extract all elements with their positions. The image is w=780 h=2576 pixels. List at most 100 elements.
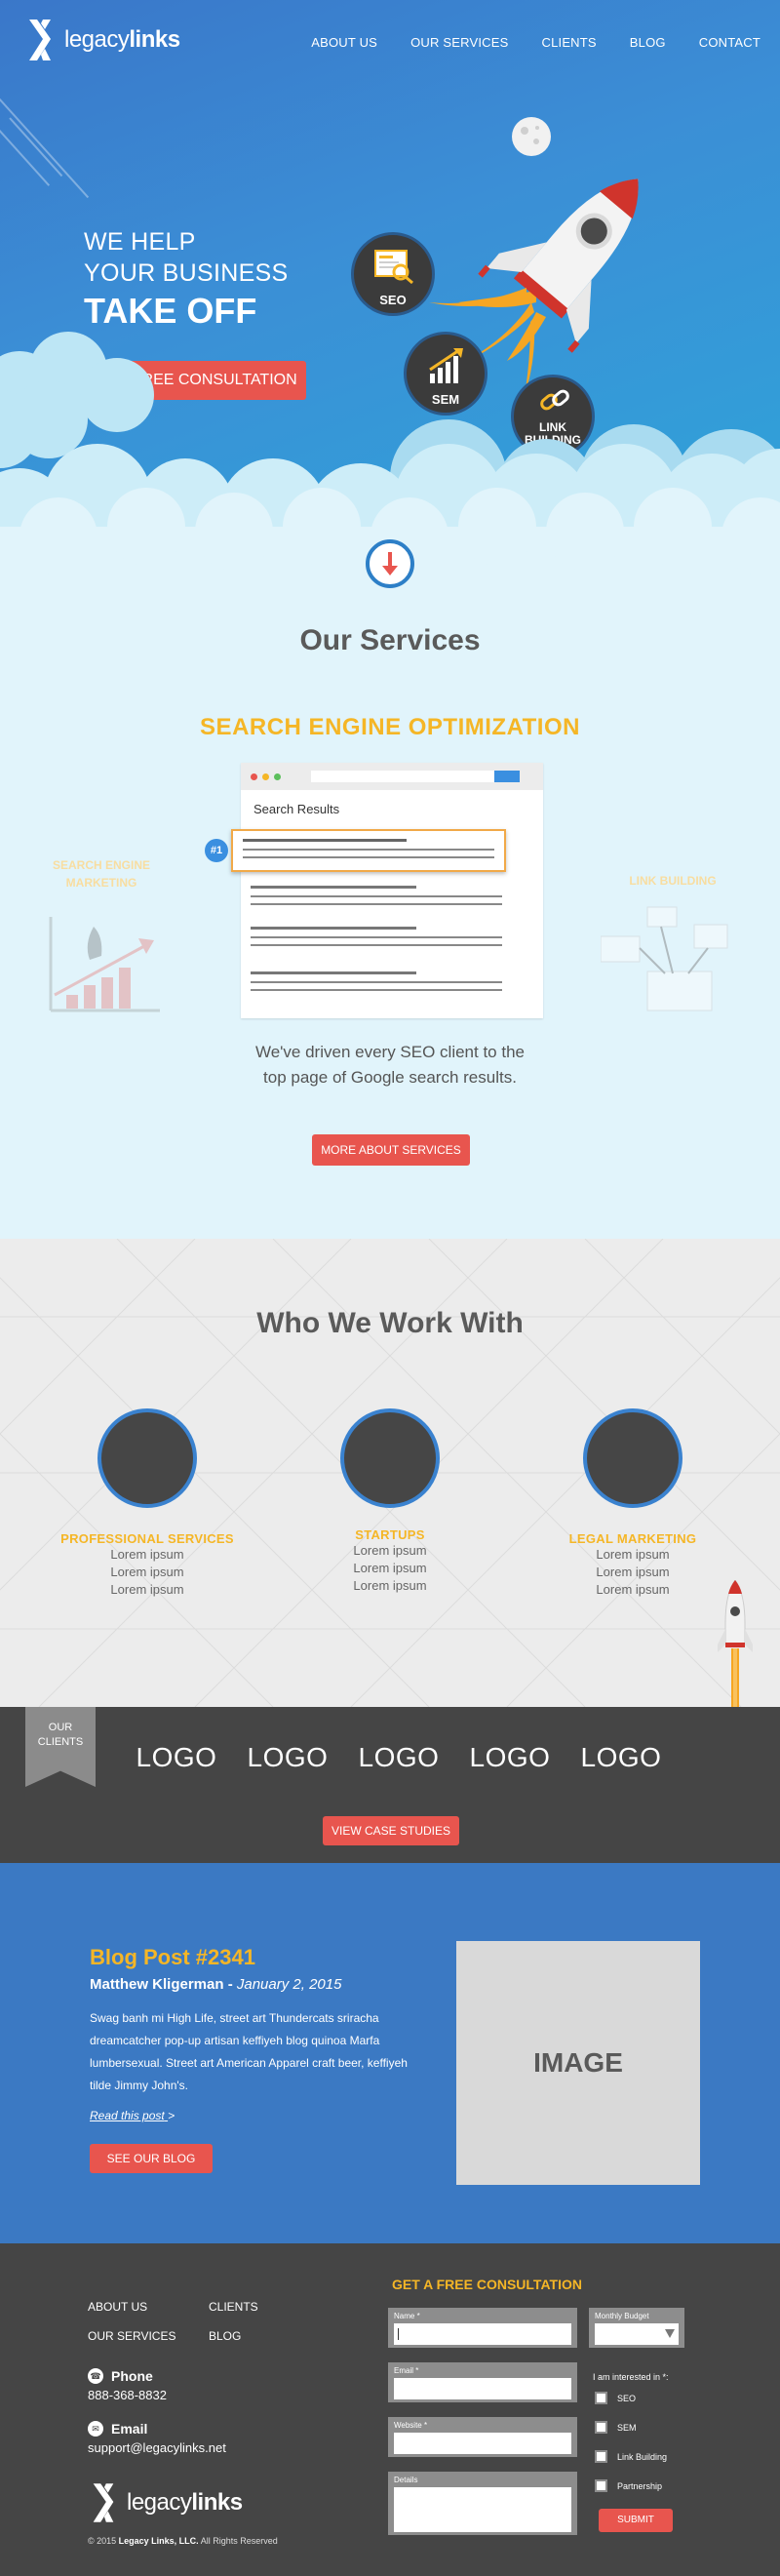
seo-description-line-1: We've driven every SEO client to the — [254, 1043, 525, 1061]
who-category[interactable]: LEGAL MARKETING — [535, 1531, 730, 1546]
seo-search-icon — [374, 250, 413, 284]
details-field: Details — [388, 2472, 577, 2535]
moon-icon — [512, 117, 551, 156]
website-field-label: Website * — [394, 2421, 428, 2430]
seo-description-line-2: top page of Google search results. — [263, 1068, 517, 1087]
nav-contact[interactable]: CONTACT — [699, 35, 760, 50]
checkbox[interactable] — [595, 2450, 607, 2463]
client-logo[interactable]: LOGO — [454, 1742, 566, 1773]
seo-featured-title[interactable]: SEARCH ENGINE OPTIMIZATION — [0, 714, 780, 741]
who-list-item: Lorem ipsum — [596, 1565, 670, 1579]
footer-phone: ☎ Phone 888-368-8832 — [88, 2368, 283, 2402]
footer-link-blog[interactable]: BLOG — [209, 2321, 267, 2351]
submit-button[interactable]: SUBMIT — [599, 2509, 673, 2532]
checkbox[interactable] — [595, 2479, 607, 2492]
clients-ribbon: OUR CLIENTS — [25, 1707, 96, 1787]
browser-search-button — [494, 771, 520, 782]
who-title: Who We Work With — [256, 1307, 524, 1339]
client-logos: LOGO LOGO LOGO LOGO LOGO — [121, 1742, 677, 1773]
email-address[interactable]: support@legacylinks.net — [88, 2440, 283, 2455]
option-label: Link Building — [617, 2451, 668, 2462]
hero-headline: WE HELP YOUR BUSINESS TAKE OFF — [84, 226, 289, 334]
nav-clients[interactable]: CLIENTS — [541, 35, 596, 50]
sem-side-label-line-1: SEARCH ENGINE — [52, 858, 150, 872]
name-field: Name * — [388, 2308, 577, 2348]
client-logo[interactable]: LOGO — [121, 1742, 232, 1773]
who-list-item: Lorem ipsum — [353, 1561, 427, 1575]
see-our-blog-button[interactable]: SEE OUR BLOG — [90, 2144, 213, 2173]
top-nav: legacylinks ABOUT US OUR SERVICES CLIENT… — [0, 0, 780, 86]
window-close-dot — [251, 773, 257, 780]
decorative-streak — [0, 98, 51, 186]
link-building-side-label[interactable]: LINK BUILDING — [604, 872, 741, 890]
brand-logo[interactable]: legacylinks — [23, 18, 180, 62]
window-maximize-dot — [274, 773, 281, 780]
interest-option-link-building[interactable]: Link Building — [595, 2450, 667, 2463]
email-input[interactable] — [394, 2378, 571, 2399]
nav-blog[interactable]: BLOG — [630, 35, 666, 50]
seo-badge: SEO — [351, 232, 435, 316]
email-field-label: Email * — [394, 2366, 419, 2375]
sem-faded-illustration — [49, 917, 160, 1012]
ribbon-line-1: OUR — [48, 1722, 73, 1733]
down-arrow-icon[interactable] — [365, 538, 415, 589]
checkbox[interactable] — [595, 2421, 607, 2434]
seo-badge-label: SEO — [379, 293, 407, 307]
who-category[interactable]: PROFESSIONAL SERVICES — [50, 1531, 245, 1546]
interest-label: I am interested in *: — [593, 2372, 669, 2382]
seo-description: We've driven every SEO client to the top… — [0, 1040, 780, 1090]
email-icon: ✉ — [88, 2421, 103, 2437]
option-label: SEO — [617, 2393, 637, 2403]
interest-option-sem[interactable]: SEM — [595, 2421, 637, 2434]
details-textarea[interactable] — [394, 2487, 571, 2532]
nav-our-services[interactable]: OUR SERVICES — [410, 35, 508, 50]
search-results-heading: Search Results — [254, 802, 340, 816]
website-input[interactable] — [394, 2433, 571, 2454]
who-list-item: Lorem ipsum — [110, 1582, 184, 1597]
decorative-streak — [9, 117, 63, 178]
name-input[interactable] — [394, 2323, 571, 2345]
nav-about-us[interactable]: ABOUT US — [311, 35, 377, 50]
phone-number[interactable]: 888-368-8832 — [88, 2388, 283, 2402]
who-list-item: Lorem ipsum — [110, 1547, 184, 1562]
window-minimize-dot — [262, 773, 269, 780]
footer-link-services[interactable]: OUR SERVICES — [88, 2321, 209, 2351]
footer-links: ABOUT US CLIENTS OUR SERVICES BLOG — [88, 2292, 273, 2351]
footer-link-clients[interactable]: CLIENTS — [209, 2292, 267, 2321]
blog-post-title[interactable]: Blog Post #2341 — [90, 1945, 255, 1970]
who-list-item: Lorem ipsum — [596, 1582, 670, 1597]
browser-toolbar — [241, 763, 543, 790]
who-column-legal: LEGAL MARKETING Lorem ipsum Lorem ipsum … — [535, 1408, 730, 1599]
who-column-startups: STARTUPS Lorem ipsum Lorem ipsum Lorem i… — [292, 1408, 488, 1595]
email-heading: ✉ Email — [88, 2421, 283, 2437]
blog-byline: Matthew Kligerman - January 2, 2015 — [90, 1976, 341, 1993]
who-column-professional: PROFESSIONAL SERVICES Lorem ipsum Lorem … — [50, 1408, 245, 1599]
footer-link-about[interactable]: ABOUT US — [88, 2292, 209, 2321]
sem-side-label-line-2: MARKETING — [65, 876, 137, 890]
clients-section: OUR CLIENTS LOGO LOGO LOGO LOGO LOGO VIE… — [0, 1707, 780, 1863]
interest-option-partnership[interactable]: Partnership — [595, 2479, 662, 2492]
client-logo[interactable]: LOGO — [232, 1742, 343, 1773]
blog-section: Blog Post #2341 Matthew Kligerman - Janu… — [0, 1863, 780, 2243]
logo-mark-icon — [93, 2483, 114, 2522]
nav-links: ABOUT US OUR SERVICES CLIENTS BLOG CONTA… — [278, 35, 760, 50]
interest-option-seo[interactable]: SEO — [595, 2392, 636, 2404]
read-post-link[interactable]: Read this post > — [90, 2109, 175, 2122]
client-logo[interactable]: LOGO — [343, 1742, 454, 1773]
view-case-studies-button[interactable]: VIEW CASE STUDIES — [323, 1816, 459, 1845]
logo-mark-icon — [29, 20, 51, 60]
more-services-button[interactable]: MORE ABOUT SERVICES — [312, 1134, 470, 1166]
read-post-arrow: > — [168, 2109, 176, 2122]
sem-side-label[interactable]: SEARCH ENGINE MARKETING — [39, 856, 164, 892]
client-logo[interactable]: LOGO — [566, 1742, 677, 1773]
footer-logo[interactable]: legacylinks — [88, 2481, 243, 2524]
who-list-item: Lorem ipsum — [353, 1543, 427, 1558]
checkbox[interactable] — [595, 2392, 607, 2404]
details-field-label: Details — [394, 2476, 418, 2484]
blog-excerpt: Swag banh mi High Life, street art Thund… — [90, 2011, 408, 2092]
blog-date: January 2, 2015 — [236, 1976, 342, 1993]
budget-select[interactable] — [595, 2323, 679, 2345]
page: legacylinks ABOUT US OUR SERVICES CLIENT… — [0, 0, 780, 2576]
budget-field: Monthly Budget — [589, 2308, 684, 2348]
who-category[interactable]: STARTUPS — [292, 1527, 488, 1542]
